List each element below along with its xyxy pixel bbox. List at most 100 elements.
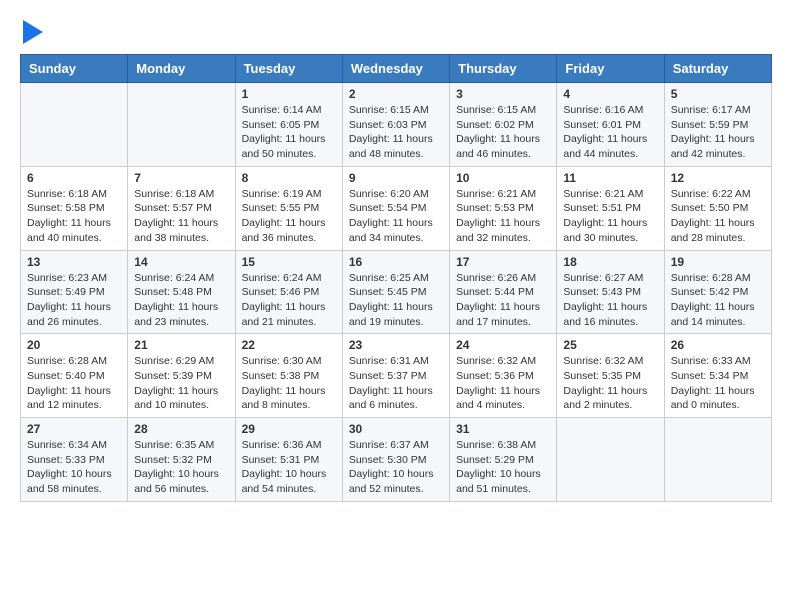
calendar-cell: 17 Sunrise: 6:26 AM Sunset: 5:44 PM Dayli… xyxy=(450,250,557,334)
cell-content: Sunrise: 6:30 AM Sunset: 5:38 PM Dayligh… xyxy=(242,354,336,413)
day-number: 16 xyxy=(349,255,443,269)
day-number: 10 xyxy=(456,171,550,185)
header-row: SundayMondayTuesdayWednesdayThursdayFrid… xyxy=(21,55,772,83)
calendar-cell: 21 Sunrise: 6:29 AM Sunset: 5:39 PM Dayli… xyxy=(128,334,235,418)
cell-content: Sunrise: 6:20 AM Sunset: 5:54 PM Dayligh… xyxy=(349,187,443,246)
calendar-cell: 7 Sunrise: 6:18 AM Sunset: 5:57 PM Daylig… xyxy=(128,166,235,250)
day-number: 24 xyxy=(456,338,550,352)
calendar-cell: 19Sunrise: 6:28 AM Sunset: 5:42 PM Dayli… xyxy=(664,250,771,334)
day-header-thursday: Thursday xyxy=(450,55,557,83)
calendar-table: SundayMondayTuesdayWednesdayThursdayFrid… xyxy=(20,54,772,502)
calendar-cell: 11Sunrise: 6:21 AM Sunset: 5:51 PM Dayli… xyxy=(557,166,664,250)
cell-content: Sunrise: 6:32 AM Sunset: 5:35 PM Dayligh… xyxy=(563,354,657,413)
calendar-cell xyxy=(557,418,664,502)
cell-content: Sunrise: 6:32 AM Sunset: 5:36 PM Dayligh… xyxy=(456,354,550,413)
calendar-cell: 29 Sunrise: 6:36 AM Sunset: 5:31 PM Dayli… xyxy=(235,418,342,502)
day-number: 15 xyxy=(242,255,336,269)
logo xyxy=(20,20,43,44)
day-number: 3 xyxy=(456,87,550,101)
cell-content: Sunrise: 6:25 AM Sunset: 5:45 PM Dayligh… xyxy=(349,271,443,330)
day-number: 29 xyxy=(242,422,336,436)
calendar-cell: 28 Sunrise: 6:35 AM Sunset: 5:32 PM Dayli… xyxy=(128,418,235,502)
calendar-week-row: 27 Sunrise: 6:34 AM Sunset: 5:33 PM Dayli… xyxy=(21,418,772,502)
day-header-friday: Friday xyxy=(557,55,664,83)
day-number: 28 xyxy=(134,422,228,436)
cell-content: Sunrise: 6:14 AM Sunset: 6:05 PM Dayligh… xyxy=(242,103,336,162)
cell-content: Sunrise: 6:36 AM Sunset: 5:31 PM Dayligh… xyxy=(242,438,336,497)
day-number: 4 xyxy=(563,87,657,101)
cell-content: Sunrise: 6:21 AM Sunset: 5:53 PM Dayligh… xyxy=(456,187,550,246)
calendar-cell: 25 Sunrise: 6:32 AM Sunset: 5:35 PM Dayli… xyxy=(557,334,664,418)
day-header-tuesday: Tuesday xyxy=(235,55,342,83)
day-header-wednesday: Wednesday xyxy=(342,55,449,83)
cell-content: Sunrise: 6:15 AM Sunset: 6:03 PM Dayligh… xyxy=(349,103,443,162)
calendar-cell: 4 Sunrise: 6:16 AM Sunset: 6:01 PM Daylig… xyxy=(557,83,664,167)
calendar-cell: 5 Sunrise: 6:17 AM Sunset: 5:59 PM Daylig… xyxy=(664,83,771,167)
cell-content: Sunrise: 6:23 AM Sunset: 5:49 PM Dayligh… xyxy=(27,271,121,330)
day-number: 22 xyxy=(242,338,336,352)
cell-content: Sunrise: 6:24 AM Sunset: 5:46 PM Dayligh… xyxy=(242,271,336,330)
day-number: 5 xyxy=(671,87,765,101)
day-header-saturday: Saturday xyxy=(664,55,771,83)
calendar-cell: 20 Sunrise: 6:28 AM Sunset: 5:40 PM Dayli… xyxy=(21,334,128,418)
calendar-cell: 15 Sunrise: 6:24 AM Sunset: 5:46 PM Dayli… xyxy=(235,250,342,334)
calendar-cell: 24 Sunrise: 6:32 AM Sunset: 5:36 PM Dayli… xyxy=(450,334,557,418)
day-number: 25 xyxy=(563,338,657,352)
cell-content: Sunrise: 6:15 AM Sunset: 6:02 PM Dayligh… xyxy=(456,103,550,162)
calendar-cell: 8 Sunrise: 6:19 AM Sunset: 5:55 PM Daylig… xyxy=(235,166,342,250)
day-number: 26 xyxy=(671,338,765,352)
day-number: 6 xyxy=(27,171,121,185)
calendar-cell: 27 Sunrise: 6:34 AM Sunset: 5:33 PM Dayli… xyxy=(21,418,128,502)
calendar-cell xyxy=(664,418,771,502)
calendar-cell xyxy=(21,83,128,167)
cell-content: Sunrise: 6:29 AM Sunset: 5:39 PM Dayligh… xyxy=(134,354,228,413)
logo-arrow-icon xyxy=(23,20,43,44)
day-number: 8 xyxy=(242,171,336,185)
calendar-cell: 3 Sunrise: 6:15 AM Sunset: 6:02 PM Daylig… xyxy=(450,83,557,167)
day-number: 31 xyxy=(456,422,550,436)
day-number: 2 xyxy=(349,87,443,101)
cell-content: Sunrise: 6:34 AM Sunset: 5:33 PM Dayligh… xyxy=(27,438,121,497)
day-number: 13 xyxy=(27,255,121,269)
day-number: 11 xyxy=(563,171,657,185)
calendar-cell: 14 Sunrise: 6:24 AM Sunset: 5:48 PM Dayli… xyxy=(128,250,235,334)
day-number: 20 xyxy=(27,338,121,352)
cell-content: Sunrise: 6:26 AM Sunset: 5:44 PM Dayligh… xyxy=(456,271,550,330)
calendar-week-row: 20 Sunrise: 6:28 AM Sunset: 5:40 PM Dayli… xyxy=(21,334,772,418)
calendar-cell: 23 Sunrise: 6:31 AM Sunset: 5:37 PM Dayli… xyxy=(342,334,449,418)
day-number: 7 xyxy=(134,171,228,185)
page-header xyxy=(20,20,772,44)
calendar-cell: 16 Sunrise: 6:25 AM Sunset: 5:45 PM Dayli… xyxy=(342,250,449,334)
calendar-cell: 13 Sunrise: 6:23 AM Sunset: 5:49 PM Dayli… xyxy=(21,250,128,334)
day-number: 9 xyxy=(349,171,443,185)
calendar-cell: 22 Sunrise: 6:30 AM Sunset: 5:38 PM Dayli… xyxy=(235,334,342,418)
cell-content: Sunrise: 6:19 AM Sunset: 5:55 PM Dayligh… xyxy=(242,187,336,246)
cell-content: Sunrise: 6:37 AM Sunset: 5:30 PM Dayligh… xyxy=(349,438,443,497)
calendar-cell: 6Sunrise: 6:18 AM Sunset: 5:58 PM Daylig… xyxy=(21,166,128,250)
day-number: 17 xyxy=(456,255,550,269)
cell-content: Sunrise: 6:28 AM Sunset: 5:40 PM Dayligh… xyxy=(27,354,121,413)
cell-content: Sunrise: 6:17 AM Sunset: 5:59 PM Dayligh… xyxy=(671,103,765,162)
day-number: 23 xyxy=(349,338,443,352)
cell-content: Sunrise: 6:24 AM Sunset: 5:48 PM Dayligh… xyxy=(134,271,228,330)
cell-content: Sunrise: 6:33 AM Sunset: 5:34 PM Dayligh… xyxy=(671,354,765,413)
cell-content: Sunrise: 6:35 AM Sunset: 5:32 PM Dayligh… xyxy=(134,438,228,497)
cell-content: Sunrise: 6:28 AM Sunset: 5:42 PM Dayligh… xyxy=(671,271,765,330)
calendar-cell: 1 Sunrise: 6:14 AM Sunset: 6:05 PM Daylig… xyxy=(235,83,342,167)
cell-content: Sunrise: 6:16 AM Sunset: 6:01 PM Dayligh… xyxy=(563,103,657,162)
day-number: 27 xyxy=(27,422,121,436)
day-number: 30 xyxy=(349,422,443,436)
day-number: 21 xyxy=(134,338,228,352)
day-number: 1 xyxy=(242,87,336,101)
day-number: 14 xyxy=(134,255,228,269)
calendar-cell: 10 Sunrise: 6:21 AM Sunset: 5:53 PM Dayli… xyxy=(450,166,557,250)
calendar-cell: 2 Sunrise: 6:15 AM Sunset: 6:03 PM Daylig… xyxy=(342,83,449,167)
day-header-monday: Monday xyxy=(128,55,235,83)
day-number: 12 xyxy=(671,171,765,185)
cell-content: Sunrise: 6:22 AM Sunset: 5:50 PM Dayligh… xyxy=(671,187,765,246)
calendar-cell xyxy=(128,83,235,167)
cell-content: Sunrise: 6:18 AM Sunset: 5:57 PM Dayligh… xyxy=(134,187,228,246)
calendar-week-row: 1 Sunrise: 6:14 AM Sunset: 6:05 PM Daylig… xyxy=(21,83,772,167)
cell-content: Sunrise: 6:31 AM Sunset: 5:37 PM Dayligh… xyxy=(349,354,443,413)
calendar-week-row: 6Sunrise: 6:18 AM Sunset: 5:58 PM Daylig… xyxy=(21,166,772,250)
